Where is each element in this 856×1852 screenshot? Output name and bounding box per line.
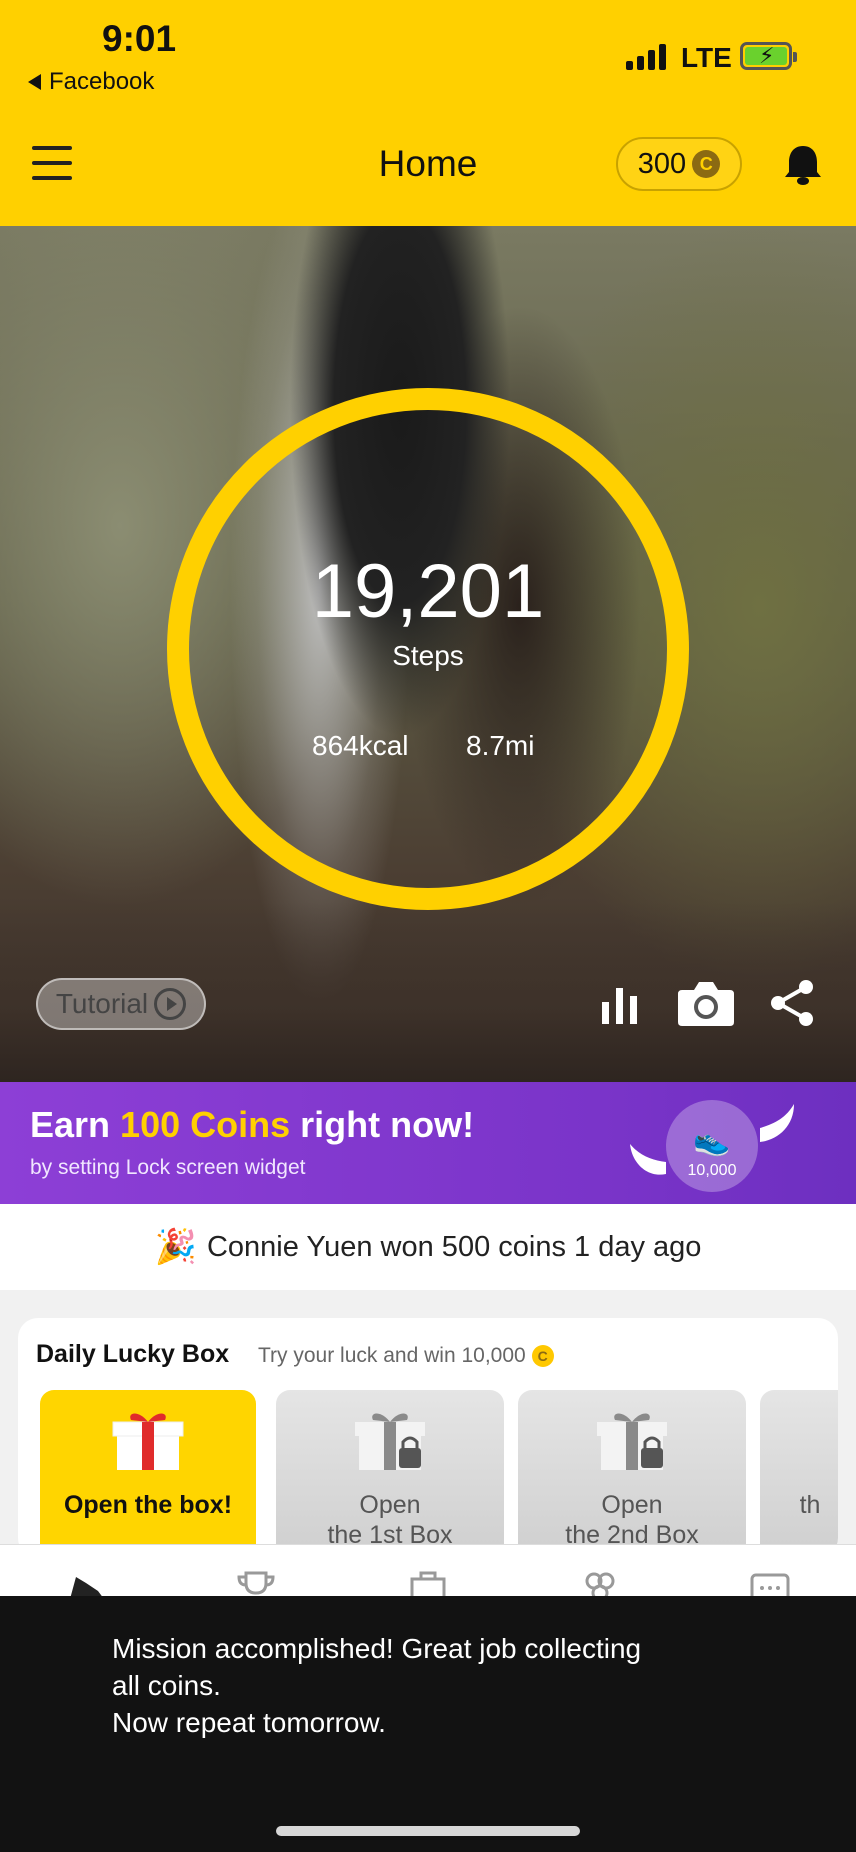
- camera-icon[interactable]: [676, 978, 736, 1028]
- back-arrow-icon: [28, 74, 41, 90]
- box-label: Open the 2nd Box: [565, 1491, 699, 1549]
- status-time: 9:01: [102, 18, 177, 59]
- stats-icon[interactable]: [600, 982, 640, 1026]
- locked-gift-icon: [355, 1413, 425, 1470]
- bell-icon[interactable]: [780, 142, 826, 188]
- box-label: Open the 1st Box: [327, 1491, 453, 1549]
- wing-icon: [760, 1104, 794, 1142]
- distance-value: 8.7mi: [466, 730, 535, 761]
- share-icon[interactable]: [768, 978, 816, 1028]
- step-hero: 19,201 Steps 864kcal 8.7mi Tutorial: [0, 226, 856, 1082]
- coin-icon: C: [692, 150, 721, 178]
- box-label: Open the box!: [63, 1491, 233, 1519]
- step-label: Steps: [392, 640, 464, 671]
- winner-text: Connie Yuen won 500 coins 1 day ago: [206, 1230, 702, 1263]
- promo-title: Earn 100 Coins right now!: [30, 1104, 475, 1145]
- coin-balance-button[interactable]: 300 C: [616, 137, 742, 191]
- battery-icon: ⚡: [740, 42, 797, 70]
- tutorial-button[interactable]: Tutorial: [36, 978, 206, 1030]
- back-app-label: Facebook: [49, 68, 155, 95]
- network-label: LTE: [681, 42, 732, 73]
- lucky-box-subtitle: Try your luck and win 10,000 C: [258, 1344, 554, 1368]
- lucky-box-locked[interactable]: Open the 2nd Box: [518, 1390, 746, 1558]
- coin-icon: C: [531, 1345, 554, 1367]
- gift-icon: [112, 1413, 184, 1470]
- promo-subtitle: by setting Lock screen widget: [30, 1156, 306, 1179]
- winner-ticker: 🎉 Connie Yuen won 500 coins 1 day ago: [0, 1204, 856, 1290]
- lucky-box-title: Daily Lucky Box: [36, 1340, 230, 1368]
- step-count: 19,201: [311, 549, 545, 634]
- signal-icon: [626, 44, 666, 70]
- toast-message: Mission accomplished! Great job collecti…: [0, 1596, 856, 1852]
- tutorial-label: Tutorial: [55, 988, 149, 1019]
- promo-badge: 👟 10,000: [666, 1100, 758, 1192]
- back-to-app-link[interactable]: Facebook: [28, 68, 154, 96]
- wing-icon: [630, 1144, 666, 1175]
- top-bar: 9:01 Facebook LTE ⚡ Home 300 C: [0, 0, 856, 226]
- daily-lucky-box-card: Daily Lucky Box Try your luck and win 10…: [18, 1318, 838, 1558]
- coin-balance: 300: [637, 147, 687, 180]
- box-label: th: [799, 1491, 821, 1519]
- lucky-box-locked[interactable]: th: [760, 1390, 838, 1558]
- toast-text: Mission accomplished! Great job collecti…: [112, 1633, 642, 1738]
- calories-value: 864kcal: [312, 730, 409, 761]
- lucky-box-locked[interactable]: Open the 1st Box: [276, 1390, 504, 1558]
- lucky-box-open[interactable]: Open the box!: [40, 1390, 256, 1558]
- content-area: Daily Lucky Box Try your luck and win 10…: [0, 1290, 856, 1558]
- home-indicator[interactable]: [276, 1826, 580, 1836]
- play-icon: [154, 988, 187, 1020]
- bottom-nav: [0, 1544, 856, 1603]
- menu-icon[interactable]: [32, 146, 72, 180]
- party-popper-icon: 🎉: [154, 1228, 197, 1266]
- widget-promo-banner[interactable]: Earn 100 Coins right now! by setting Loc…: [0, 1082, 856, 1204]
- shoe-icon: 👟: [693, 1124, 731, 1157]
- locked-gift-icon: [597, 1413, 667, 1470]
- promo-badge-value: 10,000: [687, 1162, 737, 1179]
